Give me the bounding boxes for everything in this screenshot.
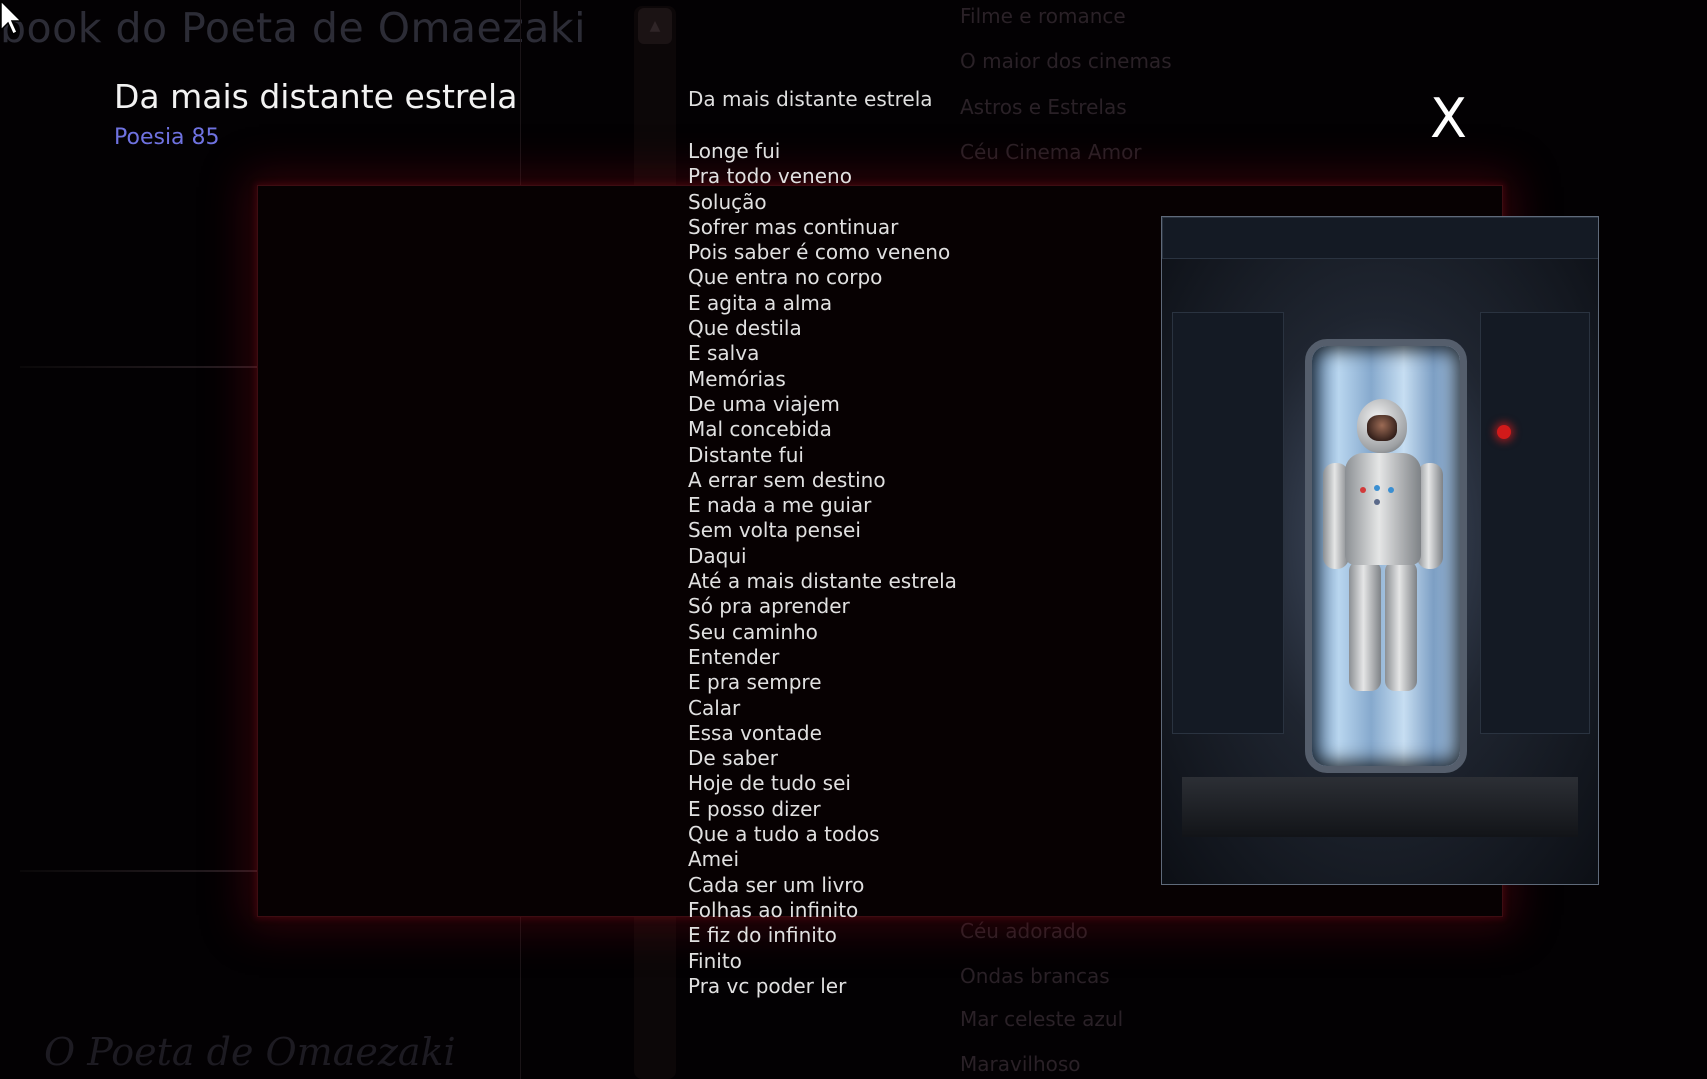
background-menu-item[interactable]: O maior dos cinemas <box>960 49 1172 73</box>
suit-badge <box>1374 485 1380 491</box>
poem-line: Pra todo veneno <box>688 164 852 189</box>
poem-line: Longe fui <box>688 139 781 163</box>
poem-number: Poesia 85 <box>114 125 220 150</box>
poem-line: Daqui <box>688 543 747 568</box>
pod-indicator-light <box>1497 425 1511 439</box>
poem-title: Da mais distante estrela <box>688 87 933 111</box>
poem-line: E agita a alma <box>688 290 833 315</box>
poem-line: Distante fui <box>688 442 804 467</box>
background-footer-logo: O Poeta de Omaezaki <box>44 1030 456 1074</box>
poem-line: De saber <box>688 746 778 771</box>
suit-badge <box>1388 487 1394 493</box>
poem-line: Amei <box>688 847 740 872</box>
suit-badge <box>1360 487 1366 493</box>
poem-line: Solução <box>688 189 767 214</box>
illustration-floor <box>1182 777 1578 837</box>
astronaut-torso <box>1345 453 1421 565</box>
poem-heading: Da mais distante estrela <box>114 77 518 116</box>
poem-line: Mal concebida <box>688 417 832 442</box>
poem-line: E fiz do infinito <box>688 923 837 948</box>
arrow-cursor-icon <box>0 0 23 36</box>
poem-line: Entender <box>688 644 780 669</box>
poem-line: Até a mais distante estrela <box>688 569 957 594</box>
background-menu-item[interactable]: Filme e romance <box>960 4 1126 28</box>
poem-line: Finito <box>688 948 742 973</box>
poem-line: Memórias <box>688 366 786 391</box>
poem-lines: Longe fui Pra todo veneno Solução Sofrer ma… <box>688 139 957 999</box>
poem-line: Pois saber é como veneno <box>688 240 951 265</box>
poem-line: Sofrer mas continuar <box>688 214 899 239</box>
poem-line: Essa vontade <box>688 720 822 745</box>
poem-line: E salva <box>688 341 760 366</box>
astronaut-leg <box>1385 561 1417 691</box>
background-menu-item[interactable]: Astros e Estrelas <box>960 95 1127 119</box>
background-menu-item[interactable]: Céu Cinema Amor <box>960 140 1142 164</box>
illustration-ceiling <box>1162 217 1598 259</box>
background-menu-item[interactable]: Céu adorado <box>960 919 1088 943</box>
poem-line: Que entra no corpo <box>688 265 883 290</box>
background-site-title: book do Poeta de Omaezaki <box>0 4 587 52</box>
poem-line: Hoje de tudo sei <box>688 771 851 796</box>
background-menu-item[interactable]: Ondas brancas <box>960 964 1110 988</box>
astronaut-illustration <box>1161 216 1599 885</box>
poem-line: Que a tudo a todos <box>688 822 880 847</box>
illustration-wall-panel <box>1480 312 1590 734</box>
poem-line: E posso dizer <box>688 796 821 821</box>
astronaut-leg <box>1349 561 1381 691</box>
poem-line: Calar <box>688 695 741 720</box>
poem-line: Cada ser um livro <box>688 872 865 897</box>
poem-line: Pra vc poder ler <box>688 973 847 998</box>
poem-line: A errar sem destino <box>688 467 886 492</box>
suit-badge <box>1374 499 1380 505</box>
poem-line: E pra sempre <box>688 670 822 695</box>
poem-line: E nada a me guiar <box>688 493 872 518</box>
close-icon[interactable]: X <box>1430 92 1467 146</box>
poem-line: Que destila <box>688 316 802 341</box>
astronaut-visor <box>1367 415 1397 441</box>
poem-line: Sem volta pensei <box>688 518 861 543</box>
poem-line: Folhas ao infinito <box>688 897 859 922</box>
poem-line: De uma viajem <box>688 391 840 416</box>
poem-line: Só pra aprender <box>688 594 850 619</box>
illustration-wall-panel <box>1172 312 1284 734</box>
poem-line: Seu caminho <box>688 619 818 644</box>
background-menu-item[interactable]: Mar celeste azul <box>960 1007 1123 1031</box>
scroll-up-icon[interactable]: ▲ <box>638 8 672 44</box>
background-menu-item[interactable]: Maravilhoso <box>960 1052 1081 1076</box>
